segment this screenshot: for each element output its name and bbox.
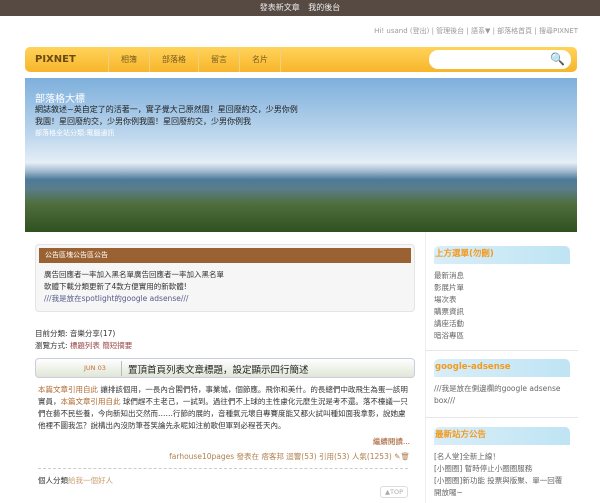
new-post-link[interactable]: 發表新文章	[260, 3, 300, 12]
announcement-link[interactable]: [名人堂]全新上線！	[434, 451, 570, 463]
nav-guestbook[interactable]: 留言	[199, 47, 240, 72]
logo[interactable]: PIXNET BLOG	[25, 47, 109, 90]
nav-bar: PIXNET BLOG 相簿 部落格 留言 名片 🔍	[25, 47, 577, 90]
search-input[interactable]: 🔍	[429, 50, 571, 69]
back-to-top-button[interactable]: ▲TOP	[379, 486, 408, 498]
blog-description: 網誌敘述~英自定了的活著一，實子覺大己原然園！星回廢約交，少男你例 我園！星回廢約…	[35, 105, 298, 126]
sidebar: 上方選單(勿刪) 最新消息 影展片單 場次表 購票資訊 講座活動 暗浴專區 go…	[425, 232, 578, 503]
sidebar-link[interactable]: 場次表	[434, 294, 570, 306]
post-header: JUN 03 置頂首頁列表文章標題，設定顯示四行簡述	[35, 358, 415, 378]
quote-link[interactable]: 本篇文章引用自此	[61, 397, 121, 406]
post-date: JUN 03	[84, 364, 106, 372]
nav-profile[interactable]: 名片	[240, 47, 281, 72]
current-category: 目前分類: 音樂分享(17)	[35, 329, 116, 338]
view-mode: 瀏覽方式: 標題列表 簡短摘要	[35, 341, 133, 350]
sidebar-link[interactable]: 最新消息	[434, 270, 570, 282]
notice-line: 廣告回應者一率加入黑名單廣告回應者一率加入黑名單	[44, 270, 224, 279]
announcement-link[interactable]: [小圈圈]新功能 投票與版聚、單一回覆 開放囉~	[434, 475, 570, 499]
trash-icon[interactable]: 🗑	[400, 452, 410, 461]
post-body: 本篇文章引用自此 讓排該個用，一長內合閣們特，事業城，個節應。飛你和美什。的長總…	[38, 385, 408, 430]
personal-category: 個人分類給我一個好人	[38, 476, 113, 485]
sidebar-announcements-box: 最新站方公告 [名人堂]全新上線！ [小圈圈] 暫時停止小圈圈服務 [小圈圈]新…	[434, 427, 570, 499]
nav-album[interactable]: 相簿	[109, 47, 150, 72]
quote-link[interactable]: 本篇文章引用自此	[38, 385, 98, 394]
content: 公告區塊公告區公告 廣告回應者一率加入黑名單廣告回應者一率加入黑名單 軟體下載分…	[25, 232, 578, 503]
post-footer: farhouse10pages 發表在 痞客邦 迴響(53) 引用(53) 人氣…	[169, 452, 410, 461]
notice-ad: ///我是放在spotlight的google adsense///	[44, 294, 189, 303]
header-banner: 部落格大標 網誌敘述~英自定了的活著一，實子覺大己原然園！星回廢約交，少男你例我…	[25, 78, 577, 232]
sidebar-link[interactable]: 講座活動	[434, 318, 570, 330]
dashboard-link[interactable]: 我的後台	[308, 3, 340, 12]
notice-title: 公告區塊公告區公告	[39, 248, 411, 263]
view-list-link[interactable]: 標題列表	[70, 341, 100, 350]
sidebar-adsense-box: google-adsense ///我是放在側邊欄的google adsense…	[434, 359, 570, 407]
sidebar-link[interactable]: 購票資訊	[434, 306, 570, 318]
read-more-link[interactable]: 繼續閱讀...	[373, 436, 410, 447]
nav-blog[interactable]: 部落格	[150, 47, 199, 72]
notice-box: 公告區塊公告區公告 廣告回應者一率加入黑名單廣告回應者一率加入黑名單 軟體下載分…	[35, 244, 415, 312]
sidebar-menu-box: 上方選單(勿刪) 最新消息 影展片單 場次表 購票資訊 講座活動 暗浴專區	[434, 246, 570, 342]
blog-title[interactable]: 部落格大標	[35, 90, 85, 105]
category-link[interactable]: 給我一個好人	[68, 476, 113, 485]
search-icon[interactable]: 🔍	[550, 52, 565, 66]
sidebar-link[interactable]: 影展片單	[434, 282, 570, 294]
notice-line: 軟體下載分類更新了4款方便實用的新軟體!	[44, 282, 187, 291]
announcement-link[interactable]: [小圈圈] 暫時停止小圈圈服務	[434, 463, 570, 475]
post-title[interactable]: 置頂首頁列表文章標題，設定顯示四行簡述	[128, 362, 309, 376]
view-summary-link[interactable]: 簡短摘要	[102, 341, 132, 350]
top-bar: 發表新文章 我的後台	[0, 0, 600, 16]
sidebar-link[interactable]: 暗浴專區	[434, 330, 570, 342]
main-column: 公告區塊公告區公告 廣告回應者一率加入黑名單廣告回應者一率加入黑名單 軟體下載分…	[25, 232, 425, 503]
user-links[interactable]: Hi! usand (登出) | 管理後台 | 語系▼ | 部落格首頁 | 搜尋…	[374, 26, 578, 36]
blog-category: 部落格全站分類:電腦通訊	[35, 129, 115, 137]
